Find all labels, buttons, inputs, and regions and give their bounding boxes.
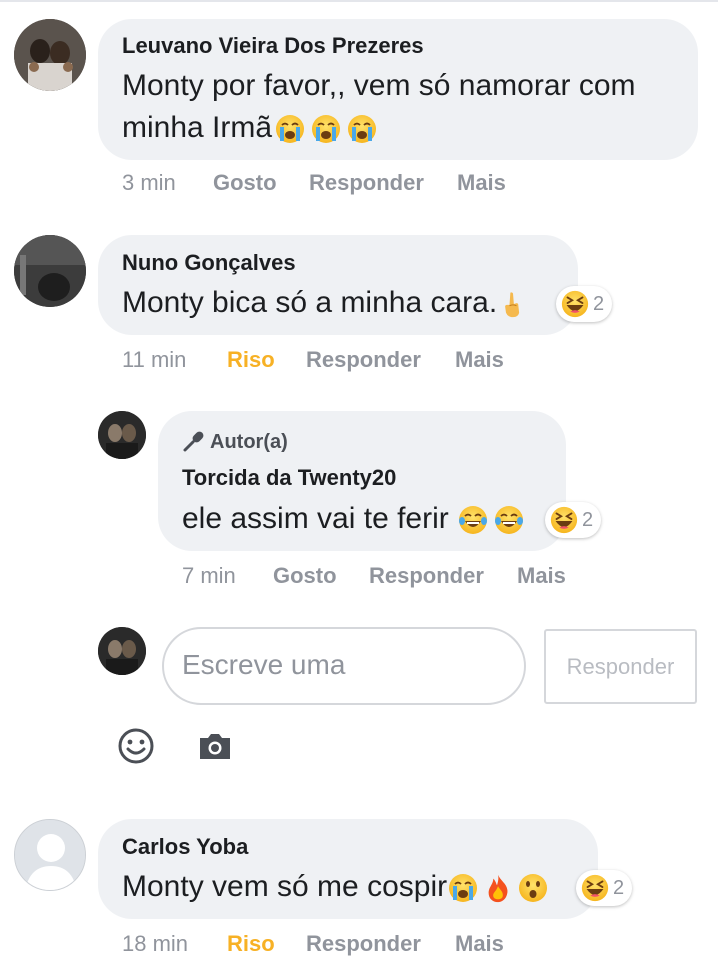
reply-submit-button[interactable]: Responder: [544, 629, 697, 704]
comment-author[interactable]: Leuvano Vieira Dos Prezeres: [122, 33, 424, 59]
haha-icon: [580, 873, 610, 903]
comment-text-content: Monty vem só me cospir: [122, 870, 448, 903]
more-button[interactable]: Mais: [457, 170, 506, 196]
author-badge-label: Autor(a): [210, 431, 288, 453]
comment-text: Monty bica só a minha cara.: [122, 282, 527, 324]
avatar-placeholder[interactable]: [14, 819, 86, 891]
comment-text: ele assim vai te ferir: [182, 498, 525, 540]
reaction-summary[interactable]: 2: [545, 502, 602, 538]
reply-button[interactable]: Responder: [306, 931, 421, 957]
tears-of-joy-face-icon: [493, 504, 525, 536]
more-button[interactable]: Mais: [517, 563, 566, 589]
avatar: [98, 627, 146, 675]
reaction-summary[interactable]: 2: [556, 286, 613, 322]
emoji-icon[interactable]: [117, 727, 155, 765]
haha-icon: [549, 505, 579, 535]
comment-time: 18 min: [122, 931, 189, 956]
comment-time: 11 min: [122, 347, 187, 372]
comment-time: 3 min: [122, 170, 176, 195]
reaction-summary[interactable]: 2: [576, 870, 633, 906]
more-button[interactable]: Mais: [455, 931, 504, 957]
comment-text-content: ele assim vai te ferir: [182, 502, 449, 535]
comment-time: 7 min: [182, 563, 236, 588]
reaction-count: 2: [613, 876, 625, 899]
comment-text-line2: minha Irmã: [122, 107, 378, 149]
loudly-crying-face-icon: [274, 113, 306, 145]
like-button[interactable]: Gosto: [213, 170, 277, 196]
loudly-crying-face-icon: [447, 872, 479, 904]
comment-author[interactable]: Carlos Yoba: [122, 834, 248, 860]
reaction-count: 2: [593, 292, 605, 315]
hand-gesture-icon: [499, 289, 527, 319]
like-button[interactable]: Riso: [227, 347, 275, 373]
microphone-icon: [183, 431, 204, 452]
fire-icon: [483, 873, 513, 903]
like-button[interactable]: Gosto: [273, 563, 337, 589]
reply-button[interactable]: Responder: [306, 347, 421, 373]
hushed-face-icon: [517, 872, 549, 904]
comment-author[interactable]: Torcida da Twenty20: [182, 465, 396, 491]
avatar[interactable]: [14, 235, 86, 307]
reply-button[interactable]: Responder: [369, 563, 484, 589]
more-button[interactable]: Mais: [455, 347, 504, 373]
camera-icon[interactable]: [197, 731, 233, 761]
comment-author[interactable]: Nuno Gonçalves: [122, 250, 296, 276]
reply-input[interactable]: Escreve uma: [162, 627, 526, 705]
loudly-crying-face-icon: [310, 113, 342, 145]
comment-text-line2-text: minha Irmã: [122, 111, 273, 144]
like-button[interactable]: Riso: [227, 931, 275, 957]
avatar[interactable]: [14, 19, 86, 91]
tears-of-joy-face-icon: [457, 504, 489, 536]
reaction-count: 2: [582, 508, 594, 531]
loudly-crying-face-icon: [346, 113, 378, 145]
comment-text: Monty vem só me cospir: [122, 866, 549, 908]
author-badge: Autor(a): [182, 429, 288, 454]
reply-button[interactable]: Responder: [309, 170, 424, 196]
avatar[interactable]: [98, 411, 146, 459]
comment-text-line1: Monty por favor,, vem só namorar com: [122, 69, 636, 102]
top-divider: [0, 0, 718, 2]
haha-icon: [560, 289, 590, 319]
comment-text-content: Monty bica só a minha cara.: [122, 286, 498, 319]
